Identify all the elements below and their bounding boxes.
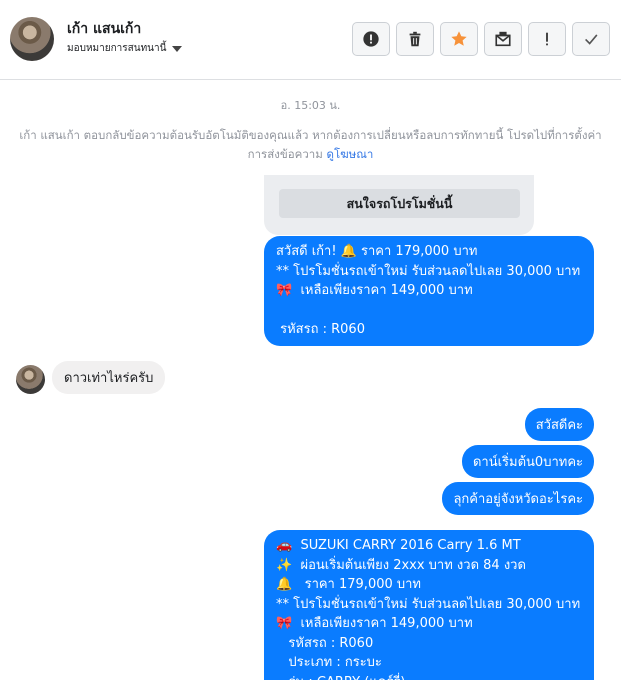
message-timestamp: อ. 15:03 น. bbox=[280, 99, 341, 112]
contact-name[interactable]: เก้า แสนเก้า bbox=[67, 18, 141, 40]
ad-reply-card: สนใจรถโปรโมชั่นนี้ bbox=[264, 175, 534, 235]
mark-spam-button[interactable] bbox=[352, 22, 390, 56]
outgoing-message: ลุกค้าอยู่จังหวัดอะไรคะ bbox=[442, 482, 594, 515]
envelope-icon bbox=[495, 31, 511, 47]
contact-avatar[interactable] bbox=[10, 17, 54, 61]
trash-icon bbox=[409, 31, 421, 47]
assign-label: มอบหมายการสนทนานี้ bbox=[67, 43, 167, 54]
outgoing-message: สวัสดีคะ bbox=[524, 408, 594, 441]
outgoing-message: สวัสดี เก้า! 🔔 ราคา 179,000 บาท ** โปรโม… bbox=[264, 236, 594, 346]
delete-button[interactable] bbox=[396, 22, 434, 56]
exclamation-icon bbox=[546, 32, 548, 46]
incoming-message: ดาวเท่าไหร่ครับ bbox=[52, 361, 166, 394]
view-ad-link[interactable]: ดูโฆษณา bbox=[326, 147, 373, 161]
chevron-down-icon bbox=[172, 45, 183, 52]
flag-button[interactable] bbox=[528, 22, 566, 56]
conversation-actions bbox=[352, 22, 610, 56]
star-icon bbox=[451, 31, 467, 46]
mark-unread-button[interactable] bbox=[484, 22, 522, 56]
alert-circle-icon bbox=[363, 31, 379, 47]
outgoing-message: 🚗 SUZUKI CARRY 2016 Carry 1.6 MT ✨ ผ่อนเ… bbox=[264, 530, 594, 680]
check-icon bbox=[585, 34, 598, 45]
auto-reply-notice: เก้า แสนเก้า ตอบกลับข้อความต้อนรับอัตโนม… bbox=[14, 126, 607, 164]
done-button[interactable] bbox=[572, 22, 610, 56]
outgoing-message: ดาน์เริ่มต้น0บาทคะ bbox=[461, 445, 594, 478]
conversation-header: เก้า แสนเก้า มอบหมายการสนทนานี้ bbox=[0, 0, 621, 80]
promo-interest-button[interactable]: สนใจรถโปรโมชั่นนี้ bbox=[279, 189, 520, 218]
assign-conversation-dropdown[interactable]: มอบหมายการสนทนานี้ bbox=[67, 41, 183, 56]
sender-avatar[interactable] bbox=[16, 365, 45, 394]
star-button[interactable] bbox=[440, 22, 478, 56]
notice-text: เก้า แสนเก้า ตอบกลับข้อความต้อนรับอัตโนม… bbox=[19, 128, 602, 161]
